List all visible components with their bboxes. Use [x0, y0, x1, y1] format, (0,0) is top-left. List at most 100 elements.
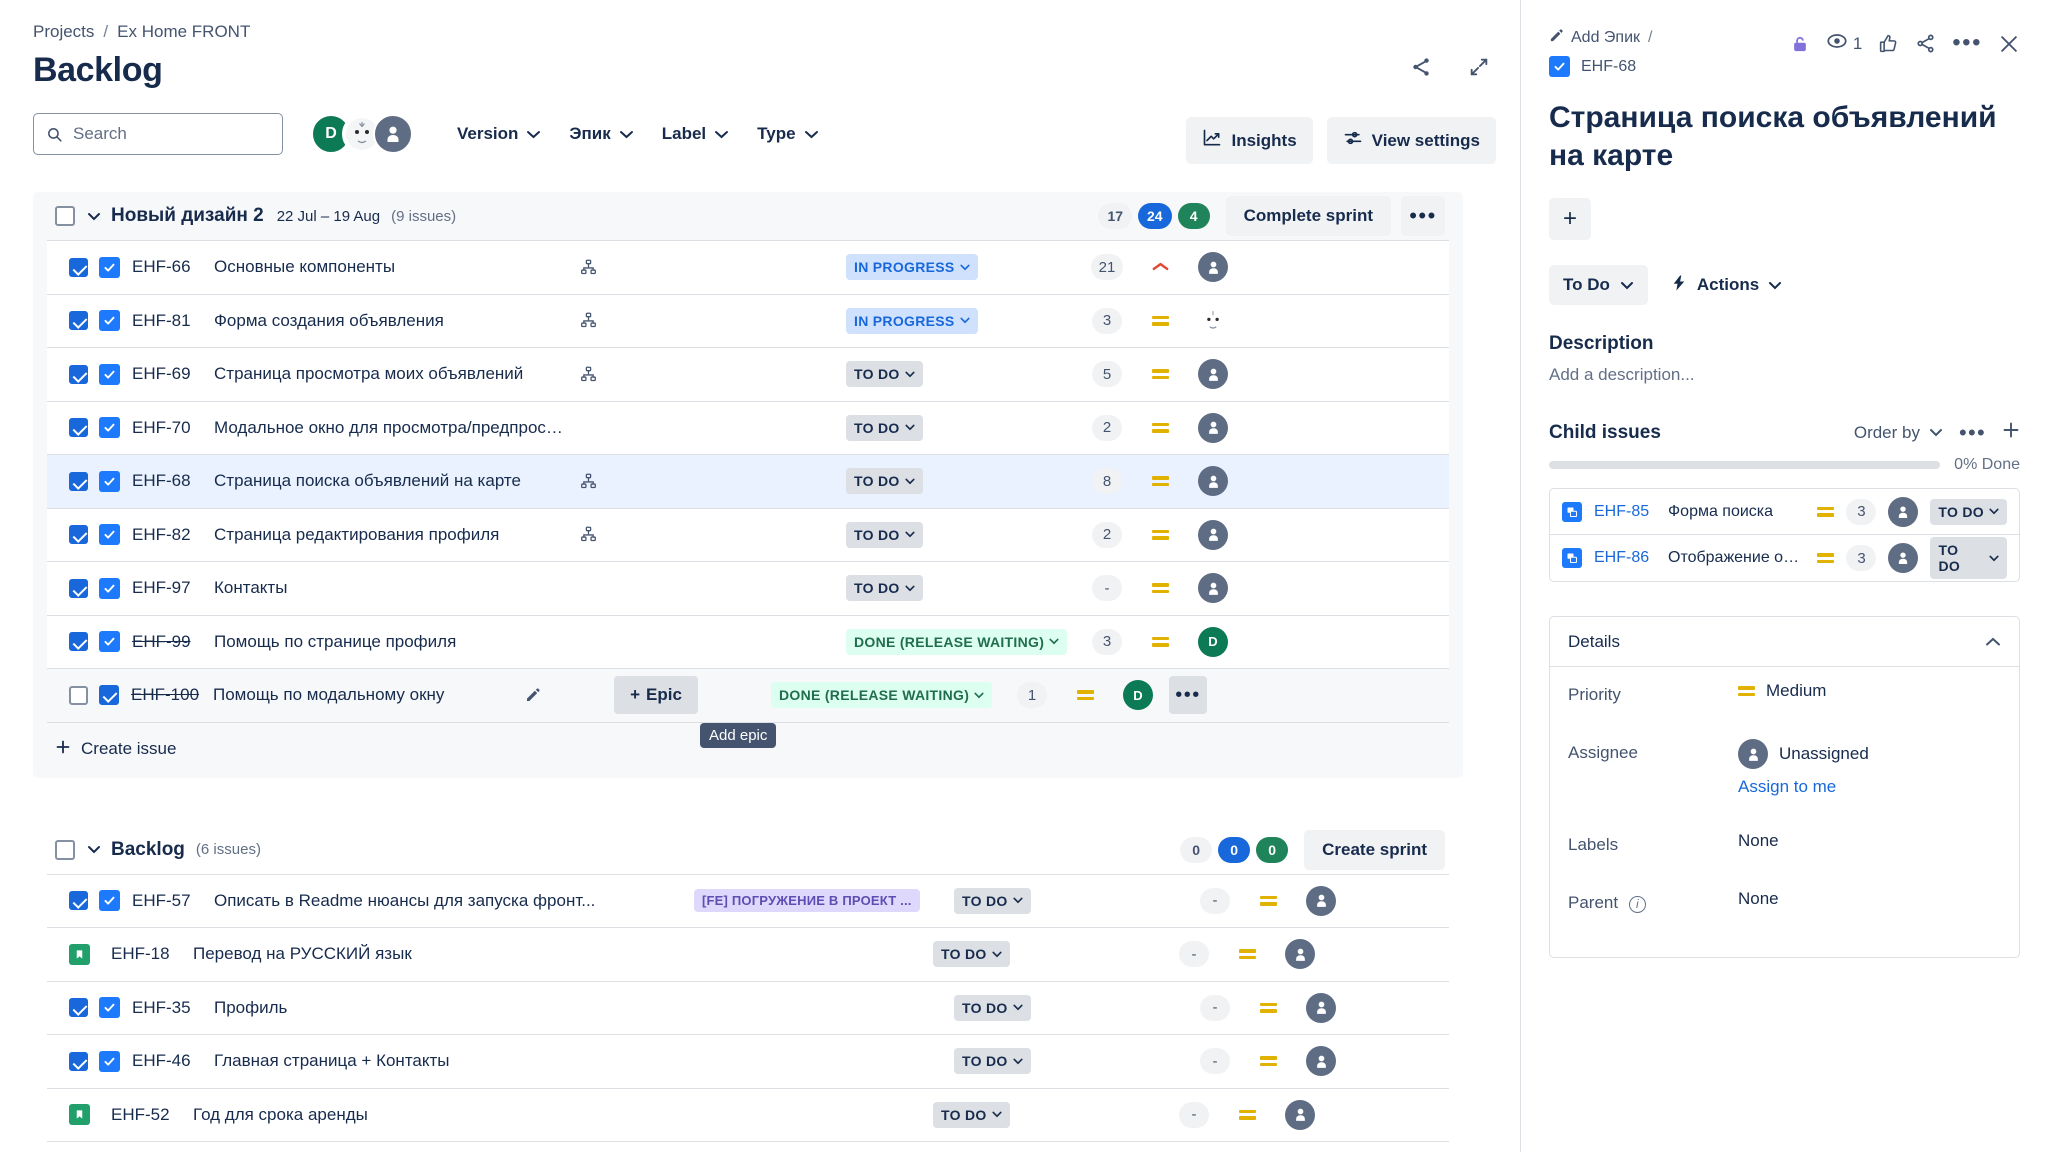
avatar[interactable] — [1306, 885, 1336, 916]
table-row[interactable]: EHF-57 Описать в Readme нюансы для запус… — [47, 874, 1449, 928]
edit-pencil-icon[interactable] — [525, 687, 541, 703]
issue-key[interactable]: EHF-52 — [111, 1105, 193, 1125]
avatar[interactable] — [1198, 252, 1228, 283]
detail-issue-key[interactable]: EHF-68 — [1581, 58, 1636, 76]
table-row[interactable]: EHF-82 Страница редактирования профиля T… — [47, 508, 1449, 562]
avatar[interactable] — [1198, 573, 1228, 604]
sprint-badge-todo[interactable]: 17 — [1098, 203, 1133, 229]
chevron-down-icon[interactable] — [87, 212, 101, 221]
row-checkbox[interactable] — [69, 578, 88, 598]
labels-value[interactable]: None — [1738, 831, 1779, 851]
insights-button[interactable]: Insights — [1186, 117, 1313, 164]
complete-sprint-button[interactable]: Complete sprint — [1225, 196, 1391, 236]
avatar-generic[interactable] — [373, 114, 413, 154]
story-points[interactable]: 3 — [1846, 498, 1877, 525]
issue-summary[interactable]: Страница редактирования профиля — [214, 525, 566, 545]
backlog-badge-done[interactable]: 0 — [1256, 836, 1289, 863]
status-badge[interactable]: TO DO — [846, 414, 923, 441]
more-horizontal-icon[interactable]: ••• — [1952, 31, 1982, 55]
issue-summary[interactable]: Описать в Readme нюансы для запуска фрон… — [214, 891, 694, 911]
table-row[interactable]: EHF-81 Форма создания объявления IN PROG… — [47, 294, 1449, 348]
epic-tag[interactable]: [FE] ПОГРУЖЕНИЕ В ПРОЕКТ ... — [694, 889, 920, 913]
story-points[interactable]: - — [1200, 887, 1230, 914]
row-checkbox[interactable] — [69, 891, 88, 911]
row-checkbox[interactable] — [99, 685, 119, 706]
backlog-badge-todo[interactable]: 0 — [1180, 836, 1213, 863]
row-checkbox[interactable] — [69, 257, 88, 277]
filter-epic[interactable]: Эпик — [555, 116, 647, 152]
sprint-badge-inprogress[interactable]: 24 — [1138, 203, 1172, 229]
details-section-header[interactable]: Details — [1550, 617, 2019, 667]
search-box[interactable] — [33, 113, 283, 155]
story-points[interactable]: 3 — [1846, 545, 1877, 571]
issue-key[interactable]: EHF-97 — [132, 578, 214, 598]
info-icon[interactable]: i — [1628, 895, 1646, 913]
story-points[interactable]: 3 — [1092, 307, 1122, 334]
detail-status-dropdown[interactable]: To Do — [1549, 265, 1648, 305]
avatar[interactable] — [1306, 1046, 1336, 1077]
status-badge[interactable]: TO DO — [933, 941, 1010, 968]
issue-summary[interactable]: Помощь по странице профиля — [214, 632, 566, 652]
story-points[interactable]: 3 — [1092, 628, 1122, 655]
child-issue-key[interactable]: EHF-85 — [1594, 503, 1656, 521]
status-badge[interactable]: DONE (RELEASE WAITING) — [846, 628, 1068, 655]
table-row[interactable]: EHF-35 Профиль TO DO - — [47, 981, 1449, 1035]
priority-medium-icon[interactable] — [1817, 553, 1835, 563]
priority-medium-icon[interactable] — [1063, 690, 1107, 701]
status-badge[interactable]: IN PROGRESS — [846, 307, 978, 334]
issue-key[interactable]: EHF-82 — [132, 525, 214, 545]
row-more-button[interactable]: ••• — [1169, 676, 1207, 715]
table-row[interactable]: EHF-68 Страница поиска объявлений на кар… — [47, 455, 1449, 509]
parent-value[interactable]: None — [1738, 889, 1779, 909]
breadcrumb-project[interactable]: Ex Home FRONT — [117, 22, 250, 42]
table-row[interactable]: EHF-100 Помощь по модальному окну + Epic — [47, 669, 1449, 748]
row-checkbox[interactable] — [69, 311, 88, 331]
priority-medium-icon[interactable] — [1246, 895, 1290, 906]
status-badge[interactable]: TO DO — [846, 521, 923, 548]
issue-key[interactable]: EHF-66 — [132, 257, 214, 277]
breadcrumb-projects[interactable]: Projects — [33, 22, 94, 42]
view-settings-button[interactable]: View settings — [1326, 117, 1496, 164]
status-badge[interactable]: IN PROGRESS — [846, 254, 978, 281]
order-by-dropdown[interactable]: Order by — [1854, 423, 1943, 443]
status-badge[interactable]: TO DO — [1930, 498, 2007, 525]
table-row[interactable]: EHF-46 Главная страница + Контакты TO DO… — [47, 1035, 1449, 1089]
issue-key[interactable]: EHF-70 — [132, 418, 214, 438]
avatar[interactable] — [1306, 992, 1336, 1023]
story-points[interactable]: 8 — [1092, 468, 1122, 495]
issue-summary[interactable]: Профиль — [214, 998, 694, 1018]
priority-medium-icon[interactable] — [1138, 583, 1182, 594]
table-row[interactable]: EHF-99 Помощь по странице профиля DONE (… — [47, 615, 1449, 669]
chevron-up-icon[interactable] — [1985, 632, 2001, 652]
avatar[interactable] — [1198, 306, 1228, 336]
add-item-button[interactable]: + — [1549, 198, 1591, 240]
status-badge[interactable]: DONE (RELEASE WAITING) — [771, 682, 993, 709]
avatar[interactable] — [1888, 496, 1919, 527]
issue-summary[interactable]: Страница просмотра моих объявлений — [214, 364, 566, 384]
row-drag-checkbox[interactable] — [69, 685, 88, 705]
sprint-select-all-checkbox[interactable] — [55, 206, 75, 226]
priority-medium-icon[interactable] — [1138, 315, 1182, 326]
add-epic-link[interactable]: Add Эпик — [1549, 28, 1640, 48]
child-issue-summary[interactable]: Форма поиска — [1668, 503, 1805, 521]
unlocked-padlock-icon[interactable] — [1790, 34, 1810, 54]
row-checkbox[interactable] — [69, 418, 88, 438]
issue-summary[interactable]: Главная страница + Контакты — [214, 1051, 694, 1071]
assignee-value-row[interactable]: Unassigned — [1738, 739, 1869, 769]
avatar[interactable] — [1198, 466, 1228, 497]
issue-summary[interactable]: Форма создания объявления — [214, 311, 566, 331]
story-points[interactable]: 2 — [1092, 521, 1122, 548]
priority-medium-icon[interactable] — [1225, 1109, 1269, 1120]
add-epic-button[interactable]: + Epic — [614, 676, 698, 715]
issue-summary[interactable]: Перевод на РУССКИЙ язык — [193, 944, 673, 964]
avatar[interactable] — [1198, 359, 1228, 390]
status-badge[interactable]: TO DO — [846, 468, 923, 495]
avatar[interactable] — [1198, 519, 1228, 550]
backlog-badge-inprogress[interactable]: 0 — [1218, 836, 1251, 863]
plus-icon[interactable] — [2002, 421, 2020, 444]
issue-key[interactable]: EHF-69 — [132, 364, 214, 384]
story-points[interactable]: 2 — [1092, 414, 1122, 441]
issue-summary[interactable]: Год для срока аренды — [193, 1105, 673, 1125]
child-issue-summary[interactable]: Отображение об... — [1668, 549, 1805, 567]
status-badge[interactable]: TO DO — [846, 361, 923, 388]
